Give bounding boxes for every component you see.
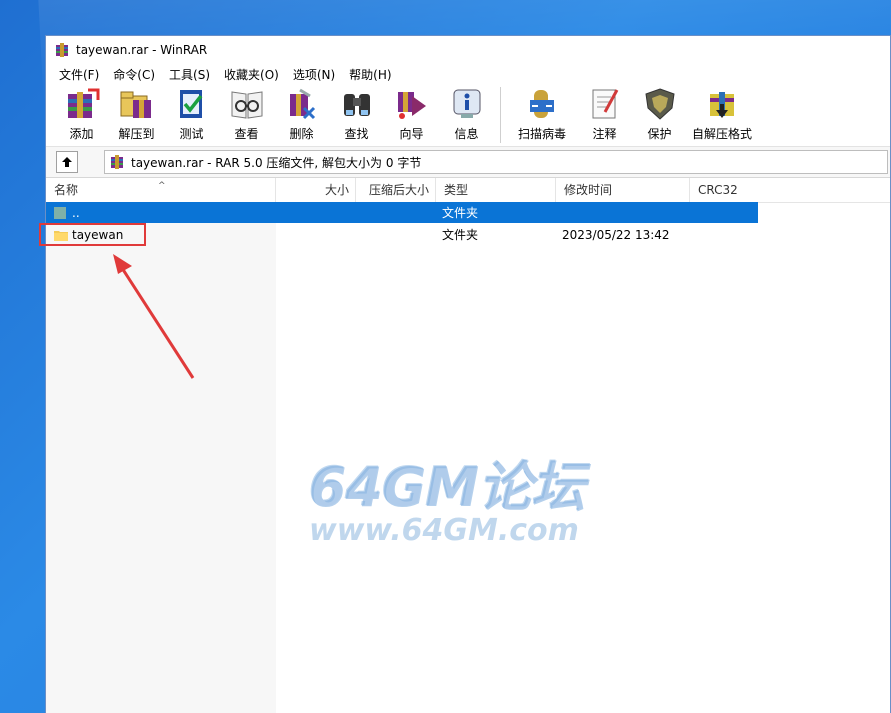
table-row[interactable]: .. 文件夹 <box>46 202 758 223</box>
watermark-url: www.64GM.com <box>309 513 579 548</box>
up-arrow-icon <box>62 157 72 167</box>
sfx-button[interactable]: 自解压格式 <box>687 84 757 144</box>
column-header-name-label: 名称 <box>54 183 79 197</box>
file-list: ^ 名称 大小 压缩后大小 类型 修改时间 CRC32 .. 文件夹 tayew… <box>39 178 890 713</box>
comment-button[interactable]: 注释 <box>577 84 632 144</box>
view-button[interactable]: 查看 <box>219 84 274 144</box>
comment-label: 注释 <box>592 127 617 141</box>
column-header-modified[interactable]: 修改时间 <box>556 178 690 202</box>
watermark-title: 64GM论坛 <box>309 456 585 519</box>
extract-to-icon <box>120 91 151 118</box>
test-button[interactable]: 测试 <box>164 84 219 144</box>
menu-file[interactable]: 文件(F) <box>52 66 106 83</box>
delete-button[interactable]: 删除 <box>274 84 329 144</box>
virus-scan-button[interactable]: 扫描病毒 <box>507 84 577 144</box>
virus-scan-label: 扫描病毒 <box>517 127 566 141</box>
add-icon <box>67 88 99 118</box>
sort-ascending-icon: ^ <box>158 181 166 191</box>
toolbar-separator <box>500 87 501 143</box>
column-header-crc[interactable]: CRC32 <box>690 178 890 202</box>
wizard-button[interactable]: 向导 <box>384 84 439 144</box>
info-icon <box>453 89 480 118</box>
row-name-cell: tayewan <box>39 222 276 246</box>
protect-button[interactable]: 保护 <box>632 84 687 144</box>
column-header-row: ^ 名称 大小 压缩后大小 类型 修改时间 CRC32 <box>46 178 890 203</box>
row-type: 文件夹 <box>442 228 479 242</box>
path-text: tayewan.rar - RAR 5.0 压缩文件, 解包大小为 0 字节 <box>131 155 422 170</box>
virus-scan-icon <box>530 90 554 118</box>
archive-icon <box>111 155 123 169</box>
delete-label: 删除 <box>289 127 314 141</box>
menu-favorites[interactable]: 收藏夹(O) <box>217 66 286 83</box>
up-one-level-button[interactable] <box>56 151 78 173</box>
find-icon <box>343 94 370 116</box>
test-label: 测试 <box>179 127 204 141</box>
column-header-type[interactable]: 类型 <box>436 178 556 202</box>
sfx-icon <box>710 92 734 118</box>
watermark: 64GM论坛 www.64GM.com <box>309 443 609 563</box>
column-header-name[interactable]: ^ 名称 <box>46 178 276 202</box>
path-field[interactable]: tayewan.rar - RAR 5.0 压缩文件, 解包大小为 0 字节 <box>104 150 888 174</box>
extract-to-button[interactable]: 解压到 <box>109 84 164 144</box>
row-type: 文件夹 <box>442 206 479 220</box>
info-button[interactable]: 信息 <box>439 84 494 144</box>
menu-commands[interactable]: 命令(C) <box>106 66 162 83</box>
menu-options[interactable]: 选项(N) <box>286 66 342 83</box>
comment-icon <box>592 89 618 119</box>
protect-icon <box>644 88 675 120</box>
protect-label: 保护 <box>647 127 672 141</box>
delete-icon <box>289 88 315 120</box>
find-button[interactable]: 查找 <box>329 84 384 144</box>
menu-help[interactable]: 帮助(H) <box>342 66 398 83</box>
winrar-app-icon <box>56 43 68 57</box>
view-label: 查看 <box>234 127 259 141</box>
column-header-packed[interactable]: 压缩后大小 <box>356 178 436 202</box>
column-header-size[interactable]: 大小 <box>276 178 356 202</box>
table-row[interactable]: tayewan 文件夹 2023/05/22 13:42 <box>39 222 758 246</box>
sfx-label: 自解压格式 <box>691 127 752 141</box>
row-modified: 2023/05/22 13:42 <box>562 227 670 242</box>
wizard-label: 向导 <box>399 127 424 141</box>
test-icon <box>179 90 202 118</box>
toolbar: 添加 解压到 测试 查看 删除 查找 向导 信息 扫描病毒 注释 保护 自解压格… <box>46 84 890 147</box>
add-button[interactable]: 添加 <box>54 84 109 144</box>
view-icon <box>231 91 262 119</box>
menu-bar: 文件(F) 命令(C) 工具(S) 收藏夹(O) 选项(N) 帮助(H) <box>46 64 890 84</box>
window-title: tayewan.rar - WinRAR <box>76 43 208 57</box>
row-name-cell: .. <box>46 206 276 220</box>
wizard-icon <box>397 92 426 119</box>
title-bar[interactable]: tayewan.rar - WinRAR <box>46 36 890 64</box>
name-column-background <box>46 178 276 713</box>
find-label: 查找 <box>344 127 369 141</box>
extract-to-label: 解压到 <box>118 127 155 141</box>
info-label: 信息 <box>454 127 479 141</box>
parent-folder-icon <box>54 206 66 219</box>
row-name: .. <box>72 205 80 220</box>
winrar-window: tayewan.rar - WinRAR 文件(F) 命令(C) 工具(S) 收… <box>39 35 891 713</box>
menu-tools[interactable]: 工具(S) <box>162 66 217 83</box>
add-label: 添加 <box>69 127 94 141</box>
annotation-highlight-box <box>39 222 146 246</box>
address-bar: tayewan.rar - RAR 5.0 压缩文件, 解包大小为 0 字节 <box>46 147 890 178</box>
